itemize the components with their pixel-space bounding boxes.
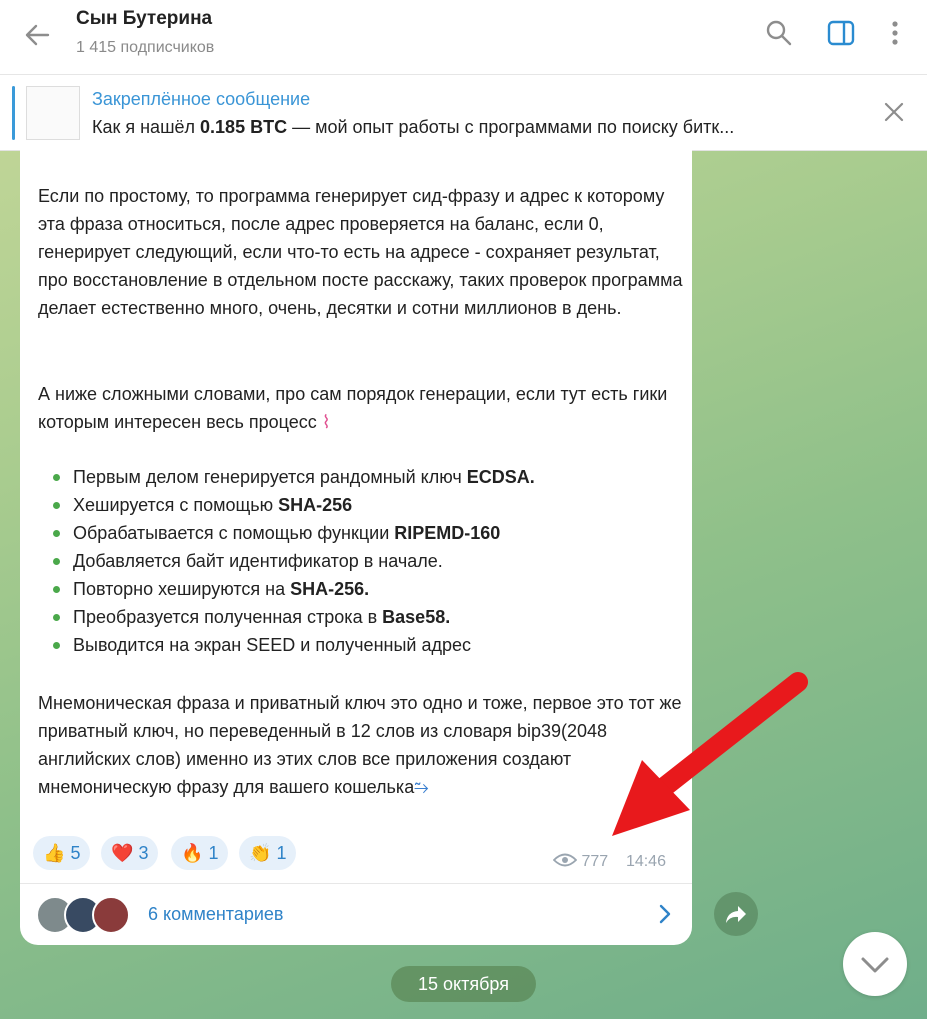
chat-header: Сын Бутерина 1 415 подписчиков (0, 0, 927, 75)
sidebar-toggle-icon[interactable] (826, 18, 856, 48)
list-item: Хешируется с помощью SHA-256 (50, 491, 535, 519)
list-item-text: Обрабатывается с помощью функции (73, 523, 395, 543)
forward-icon (726, 906, 746, 923)
message-paragraph: Если по простому, то программа генерируе… (38, 186, 683, 318)
list-item-text: Преобразуется полученная строка в (73, 607, 383, 627)
emoji-icon: ⥲ (414, 777, 429, 797)
list-item-bold: Base58. (382, 607, 451, 627)
emoji-sticker: ⌇ (321, 412, 331, 432)
pinned-text: Как я нашёл 0.185 BTC — мой опыт работы … (92, 117, 735, 137)
date-separator: 15 октября (391, 966, 536, 1002)
reaction-fire[interactable]: 🔥 1 (171, 836, 229, 870)
reaction-thumbs-up[interactable]: 👍 5 (33, 836, 91, 870)
pinned-title: Закреплённое сообщение (92, 89, 311, 109)
list-item-bold: SHA-256. (290, 579, 370, 599)
list-item: Выводится на экран SEED и полученный адр… (50, 631, 535, 659)
comments-link[interactable]: 6 комментариев (148, 904, 284, 925)
list-item: Добавляется байт идентификатор в начале. (50, 547, 535, 575)
chevron-down-icon (861, 957, 889, 973)
search-icon[interactable] (764, 18, 794, 48)
list-item-bold: SHA-256 (278, 495, 353, 515)
message-paragraph: А ниже сложными словами, про сам порядок… (38, 384, 668, 432)
avatar (92, 896, 130, 934)
channel-title[interactable]: Сын Бутерина (76, 8, 212, 30)
list-item-text: Первым делом генерируется рандомный ключ (73, 467, 467, 487)
reaction-clap[interactable]: 👏 1 (239, 836, 297, 870)
more-menu-icon[interactable] (880, 18, 910, 48)
pinned-thumbnail (26, 86, 80, 140)
list-item: Повторно хешируются на SHA-256. (50, 575, 535, 603)
share-button[interactable] (714, 892, 758, 936)
pinned-indicator (12, 86, 15, 140)
red-arrow-annotation (612, 672, 808, 836)
list-item-text: Хешируется с помощью (73, 495, 279, 515)
list-item-text: Добавляется байт идентификатор в начале. (73, 551, 443, 571)
reaction-heart[interactable]: ❤️ 3 (101, 836, 159, 870)
list-item-bold: ECDSA. (466, 467, 535, 487)
list-item: Обрабатывается с помощью функции RIPEMD-… (50, 519, 535, 547)
scroll-down-button[interactable] (843, 932, 907, 996)
commenter-avatars (36, 896, 136, 934)
pinned-message-bar[interactable] (0, 75, 927, 151)
back-arrow-icon[interactable] (22, 20, 52, 50)
list-item-text: Выводится на экран SEED и полученный адр… (73, 635, 471, 655)
subscriber-count: 1 415 подписчиков (76, 39, 215, 56)
list-item-text: Повторно хешируются на (73, 579, 291, 599)
divider (20, 883, 692, 884)
list-item-bold: RIPEMD-160 (394, 523, 501, 543)
chevron-right-icon[interactable] (656, 903, 674, 925)
list-item: Преобразуется полученная строка в Base58… (50, 603, 535, 631)
steps-list: Первым делом генерируется рандомный ключ… (50, 463, 535, 659)
close-icon[interactable] (882, 100, 906, 124)
list-item: Первым делом генерируется рандомный ключ… (50, 463, 535, 491)
